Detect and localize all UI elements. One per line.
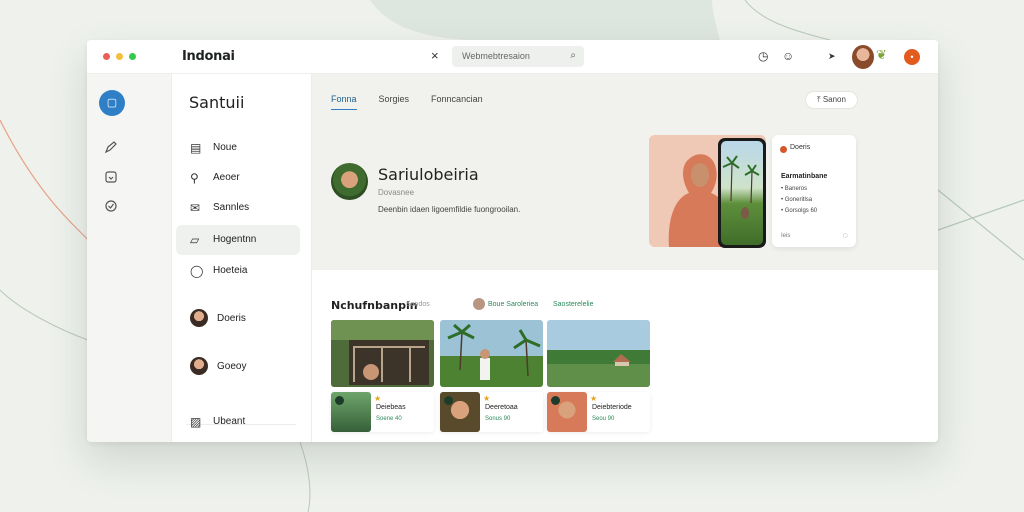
star-icon: ★ — [590, 394, 598, 403]
verified-badge — [551, 396, 560, 405]
circle-icon: ◯ — [190, 264, 204, 278]
phone-preview[interactable] — [718, 138, 766, 248]
close-window-button[interactable] — [103, 53, 110, 60]
search-icon: ⚲ — [190, 171, 199, 185]
avatar — [190, 357, 208, 375]
card-footer: ★ Deiebteriode Seou 90 — [547, 392, 650, 432]
sidebar-person-goeoy[interactable]: Goeoy — [176, 352, 300, 382]
search-bar[interactable]: Webmebtresaion ⌕ — [452, 46, 584, 67]
share-button[interactable]: ⤒ Sanon — [805, 91, 858, 109]
card-thumbnail — [440, 320, 543, 387]
clock-icon[interactable]: ◷ — [758, 49, 768, 63]
chat-icon[interactable]: ◌ — [843, 230, 848, 240]
window-controls — [103, 53, 136, 60]
share-icon: ⤒ — [817, 95, 821, 104]
card-footer: ★ Deeretoaa Sonus 90 — [440, 392, 543, 432]
app-window: Indonai × Webmebtresaion ⌕ ◷ ☺ ➤ ❦ • ▢ S… — [87, 40, 938, 442]
check-circle-icon[interactable] — [104, 199, 118, 213]
smile-icon[interactable]: ☺ — [782, 49, 794, 63]
title-bar: Indonai × Webmebtresaion ⌕ ◷ ☺ ➤ ❦ • — [87, 40, 938, 74]
sidebar-item-label: Sannles — [213, 202, 250, 213]
image-icon: ▨ — [190, 415, 202, 429]
sidebar-item-hogentnn[interactable]: ▱ Hogentnn — [176, 225, 300, 255]
close-icon[interactable]: × — [431, 48, 439, 63]
card-meta: Soene 40 — [376, 416, 402, 422]
sidebar-item-aeoer[interactable]: ⚲ Aeoer — [176, 163, 300, 193]
content-card[interactable]: ★ Deiebteriode Seou 90 — [547, 320, 650, 432]
info-card-heading: Earmatinbane — [781, 173, 828, 180]
content-card[interactable]: ★ Deiebeas Soene 40 — [331, 320, 434, 432]
card-name: Deiebeas — [376, 404, 406, 411]
sidebar-item-noue[interactable]: ▤ Noue — [176, 133, 300, 163]
filter-link-2[interactable]: Saosterelelie — [553, 301, 593, 308]
main-content: Fonna Sorgies Fonncancian ⤒ Sanon Sariul… — [312, 74, 938, 442]
search-icon[interactable]: ⌕ — [570, 50, 576, 61]
profile-hero: Fonna Sorgies Fonncancian ⤒ Sanon Sariul… — [312, 74, 938, 270]
sidebar-person-doeris[interactable]: Doeris — [176, 304, 300, 334]
pen-icon[interactable] — [104, 140, 118, 154]
sidebar-item-label: Ubeant — [213, 416, 246, 427]
section-title: Nchufnbanpin — [331, 299, 418, 312]
card-name: Deeretoaa — [485, 404, 518, 411]
tab-fonna[interactable]: Fonna — [331, 94, 357, 110]
sidebar-item-label: Hoeteia — [213, 265, 248, 276]
tray-icon[interactable] — [104, 170, 118, 184]
tab-bar: Fonna Sorgies Fonncancian — [331, 94, 483, 110]
card-thumbnail — [331, 320, 434, 387]
sidebar-title: Santuii — [189, 93, 245, 112]
sidebar-person-label: Goeoy — [217, 361, 247, 372]
card-meta: Sonus 90 — [485, 416, 511, 422]
edit-icon: ▱ — [190, 233, 200, 247]
app-title: Indonai — [182, 49, 235, 64]
profile-avatar[interactable] — [331, 163, 368, 200]
send-icon[interactable]: ➤ — [828, 51, 836, 62]
filter-link-1[interactable]: Boue Saroleriea — [488, 301, 538, 308]
content-card[interactable]: ★ Deeretoaa Sonus 90 — [440, 320, 543, 432]
card-thumbnail — [547, 320, 650, 387]
file-icon: ▤ — [190, 141, 202, 155]
tab-fonncancian[interactable]: Fonncancian — [431, 94, 483, 110]
home-icon[interactable]: ▢ — [99, 90, 125, 116]
maximize-window-button[interactable] — [129, 53, 136, 60]
star-icon: ★ — [483, 394, 491, 403]
sidebar-item-sannles[interactable]: ✉ Sannles — [176, 193, 300, 223]
sidebar-item-label: Noue — [213, 142, 237, 153]
card-footer: ★ Deiebeas Soene 40 — [331, 392, 434, 432]
card-name: Deiebteriode — [592, 404, 632, 411]
sidebar-item-ubeant[interactable]: ▨ Ubeant — [176, 407, 300, 437]
search-input[interactable]: Webmebtresaion — [462, 51, 530, 61]
sidebar-item-label: Aeoer — [213, 172, 240, 183]
tab-sorgies[interactable]: Sorgies — [379, 94, 410, 110]
sidebar-item-hoeteia[interactable]: ◯ Hoeteia — [176, 256, 300, 286]
avatar — [190, 309, 208, 327]
info-card-line: • Gorsolgs 60 — [781, 208, 818, 214]
sidebar-person-label: Doeris — [217, 313, 246, 324]
sidebar: Santuii ▤ Noue ⚲ Aeoer ✉ Sannles ▱ Hogen… — [172, 74, 312, 442]
card-meta: Seou 90 — [592, 416, 615, 422]
icon-rail: ▢ — [87, 74, 172, 442]
info-card[interactable]: Doeris Earmatinbane • Baneros • Goneritl… — [772, 135, 856, 247]
profile-description: Deenbin idaen ligoemfildie fuongrooilan. — [378, 205, 521, 214]
verified-badge — [335, 396, 344, 405]
info-card-line: • Baneros — [781, 186, 808, 192]
profile-name: Sariulobeiria — [378, 165, 479, 184]
star-icon: ★ — [374, 394, 382, 403]
verified-badge — [444, 396, 453, 405]
user-avatar[interactable] — [852, 45, 874, 69]
info-card-footer: Ieis — [781, 233, 791, 239]
sidebar-item-label: Hogentnn — [213, 234, 257, 245]
status-dot — [780, 146, 787, 153]
info-card-line: • Goneritlsa — [781, 197, 813, 203]
minimize-window-button[interactable] — [116, 53, 123, 60]
avatar — [473, 298, 485, 310]
info-card-title: Doeris — [790, 144, 811, 151]
profile-subtitle: Dovasnee — [378, 188, 415, 197]
share-label: Sanon — [822, 95, 846, 104]
mail-icon: ✉ — [190, 201, 201, 215]
phone-screen-image — [721, 141, 763, 245]
notification-badge[interactable]: • — [904, 49, 920, 65]
leaf-icon[interactable]: ❦ — [876, 47, 887, 63]
section-hint: Sondos — [406, 301, 430, 308]
